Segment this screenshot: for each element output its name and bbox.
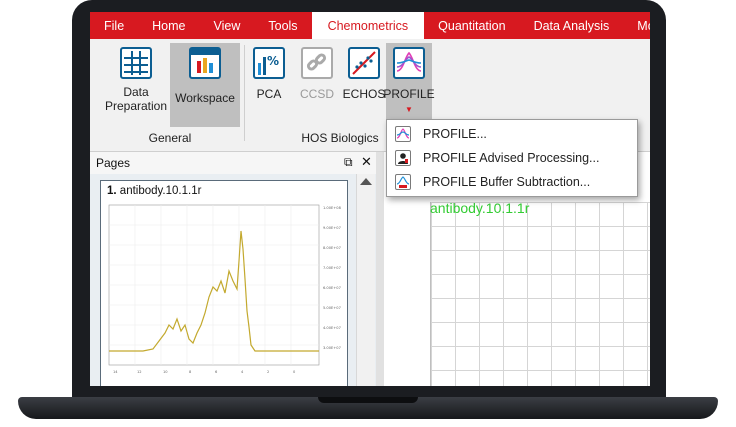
data-preparation-button[interactable]: Data Preparation	[98, 47, 174, 117]
svg-text:5.00E+07: 5.00E+07	[323, 306, 341, 310]
svg-text:8: 8	[189, 370, 192, 374]
ccsd-link-icon	[301, 47, 333, 79]
ccsd-label: CCSD	[299, 87, 334, 101]
chevron-down-icon: ▼	[405, 105, 413, 114]
dropdown-item-label: PROFILE...	[423, 127, 487, 141]
scroll-up-icon[interactable]	[360, 178, 372, 185]
pca-button[interactable]: % PCA	[250, 47, 288, 117]
menu-chemometrics[interactable]: Chemometrics	[311, 12, 425, 39]
svg-text:4.00E+07: 4.00E+07	[323, 326, 341, 330]
menu-more[interactable]: Mo	[623, 12, 650, 39]
ccsd-button[interactable]: CCSD	[296, 47, 338, 117]
menu-data-analysis[interactable]: Data Analysis	[520, 12, 624, 39]
buffer-subtraction-icon	[395, 174, 411, 190]
profile-button[interactable]: PROFILE ▼	[383, 43, 435, 127]
dropdown-item-profile-advised-processing[interactable]: PROFILE Advised Processing...	[387, 146, 637, 170]
svg-text:6: 6	[215, 370, 218, 374]
table-icon	[120, 47, 152, 79]
dropdown-item-label: PROFILE Advised Processing...	[423, 151, 600, 165]
dropdown-item-profile-buffer-subtraction[interactable]: PROFILE Buffer Subtraction...	[387, 170, 637, 194]
thumbnail-number: 1.	[107, 185, 117, 197]
svg-text:%: %	[267, 54, 279, 68]
ribbon-separator	[244, 45, 245, 141]
svg-text:9.00E+07: 9.00E+07	[323, 226, 341, 230]
profile-dropdown-menu: PROFILE... PROFILE Advised Processing...…	[386, 119, 638, 197]
data-preparation-label: Data Preparation	[104, 85, 168, 113]
group-general-label: General	[148, 131, 192, 145]
dropdown-item-label: PROFILE Buffer Subtraction...	[423, 175, 591, 189]
close-icon[interactable]: ✕	[361, 154, 372, 170]
menu-file[interactable]: File	[90, 12, 138, 39]
dock-icon[interactable]: ⧉	[344, 155, 353, 170]
svg-text:2: 2	[267, 370, 269, 374]
laptop-notch	[318, 397, 418, 403]
app-window: File Home View Tools Chemometrics Quanti…	[90, 12, 650, 386]
echos-button[interactable]: ECHOS	[342, 47, 386, 117]
profile-spectra-icon	[393, 47, 425, 79]
thumbnail-name: antibody.10.1.1r	[119, 185, 202, 197]
page-thumbnail[interactable]: 1. antibody.10.1.1r 1.00E+08 9.00E+07 8.…	[100, 180, 348, 386]
svg-text:10: 10	[163, 370, 168, 374]
pages-panel: 1. antibody.10.1.1r 1.00E+08 9.00E+07 8.…	[90, 174, 376, 386]
echos-label: ECHOS	[342, 87, 386, 101]
workspace-label: Workspace	[175, 91, 235, 105]
workspace-chart-icon	[189, 47, 221, 79]
menu-view[interactable]: View	[200, 12, 255, 39]
menu-home[interactable]: Home	[138, 12, 199, 39]
profile-spectra-icon	[395, 126, 411, 142]
svg-text:8.00E+07: 8.00E+07	[323, 246, 341, 250]
svg-text:14: 14	[113, 370, 118, 374]
advisor-person-icon	[395, 150, 411, 166]
workspace-button[interactable]: Workspace	[170, 43, 240, 127]
pca-percent-icon: %	[253, 47, 285, 79]
svg-text:3.00E+07: 3.00E+07	[323, 346, 341, 350]
workspace-grid	[430, 202, 650, 386]
menu-quantitation[interactable]: Quantitation	[424, 12, 519, 39]
group-hos-biologics-label: HOS Biologics	[301, 131, 379, 145]
pca-label: PCA	[256, 87, 282, 101]
workspace-spectrum-label: antibody.10.1.1r	[430, 200, 530, 216]
svg-text:4: 4	[241, 370, 244, 374]
dropdown-item-profile[interactable]: PROFILE...	[387, 122, 637, 146]
svg-text:1.00E+08: 1.00E+08	[323, 206, 342, 210]
svg-text:6.00E+07: 6.00E+07	[323, 286, 341, 290]
svg-text:7.00E+07: 7.00E+07	[323, 266, 341, 270]
echos-scatter-icon	[348, 47, 380, 79]
panel-splitter[interactable]	[376, 152, 384, 386]
profile-label: PROFILE	[383, 87, 435, 101]
pages-panel-header: Pages ⧉ ✕	[90, 152, 376, 175]
thumbnail-title: 1. antibody.10.1.1r	[107, 185, 201, 197]
svg-text:12: 12	[137, 370, 142, 374]
thumbnail-spectrum-plot: 1.00E+08 9.00E+07 8.00E+07 7.00E+07 6.00E+…	[108, 204, 342, 374]
svg-text:0: 0	[293, 370, 296, 374]
menu-bar: File Home View Tools Chemometrics Quanti…	[90, 12, 650, 39]
pages-scrollbar[interactable]	[356, 174, 375, 386]
pages-title: Pages	[96, 156, 131, 170]
menu-tools[interactable]: Tools	[254, 12, 311, 39]
